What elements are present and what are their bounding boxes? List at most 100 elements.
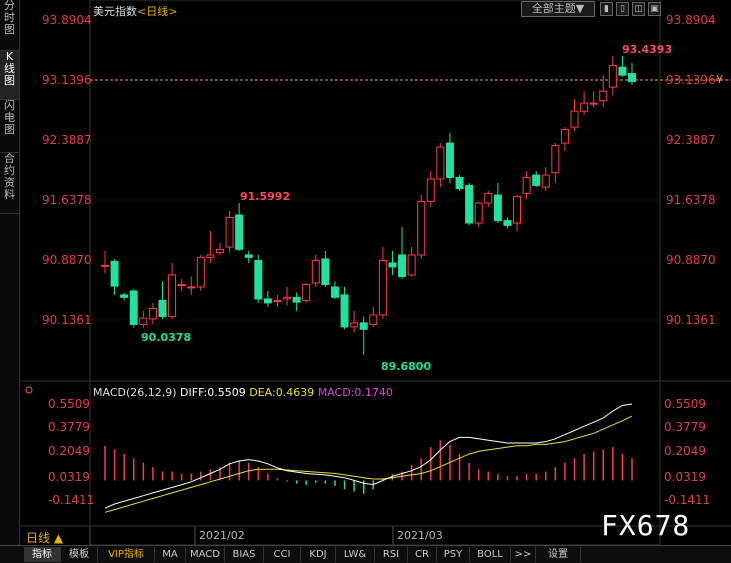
tab-cci[interactable]: CCI (264, 547, 301, 562)
theme-dropdown-label: 全部主题 (531, 2, 576, 15)
dea-line (104, 415, 633, 513)
candle-body (120, 294, 129, 298)
candle-body (206, 254, 215, 258)
candle-body (503, 220, 512, 226)
candle-body (129, 290, 138, 325)
candle-body (168, 274, 177, 317)
tab-ma[interactable]: MA (155, 547, 186, 562)
price-tick-label: 90.8870 (42, 253, 92, 267)
macd-tick-label: 0.3779 (48, 420, 90, 434)
tab-settings[interactable]: 设置 (536, 547, 581, 562)
theme-dropdown[interactable]: 全部主题▼ (521, 1, 595, 17)
tab-kdj[interactable]: KDJ (301, 547, 336, 562)
peak-annotation: 91.5992 (240, 190, 291, 203)
candle-body (398, 254, 407, 278)
candle-body (215, 248, 224, 254)
candle-body (580, 102, 589, 112)
candle-body (187, 286, 196, 289)
candle-body (589, 102, 598, 105)
price-tick-label: 91.6378 (42, 193, 92, 207)
macd-tick-label: 0.0319 (664, 470, 706, 484)
candle-body (350, 322, 359, 328)
candle-body (311, 260, 320, 284)
diff-line (104, 403, 633, 509)
price-tick-label: 93.8904 (42, 13, 92, 27)
tab-cr[interactable]: CR (408, 547, 437, 562)
candle-body (465, 184, 474, 224)
candle-body (158, 300, 167, 317)
candle-body (196, 256, 205, 288)
indicator-settings-icon (25, 386, 33, 394)
candle-body (283, 296, 292, 300)
restore-icon[interactable]: ▯ (616, 2, 629, 16)
tab-boll[interactable]: BOLL (470, 547, 511, 562)
macd-value: MACD:0.1740 (317, 386, 393, 399)
tab-more[interactable]: >> (511, 547, 536, 562)
tab-bias[interactable]: BIAS (225, 547, 264, 562)
price-tick-label: 90.1361 (42, 313, 92, 327)
tab-psy[interactable]: PSY (437, 547, 470, 562)
macd-tick-label: 0.2049 (664, 444, 706, 458)
macd-tick-label: -0.1411 (48, 493, 95, 507)
macd-tick-label: 0.5509 (48, 397, 90, 411)
period-indicator: <日线> (137, 5, 178, 18)
macd-params: MACD(26,12,9) (93, 386, 177, 399)
candle-body (474, 202, 483, 224)
candle-body (513, 196, 522, 224)
candle-body (436, 146, 445, 180)
current-price-marker-icon: ¥ (716, 73, 723, 86)
candle-body (302, 284, 311, 302)
tab-lwr[interactable]: LW& (336, 547, 375, 562)
candle-body (608, 65, 617, 88)
price-tick-label: 92.3887 (42, 133, 92, 147)
candle-body (254, 260, 263, 300)
candle-body (599, 90, 608, 102)
candle-body (148, 308, 157, 320)
macd-tick-label: 0.3779 (664, 420, 706, 434)
candle-body (388, 262, 397, 268)
candle-body (484, 192, 493, 204)
candle-body (628, 73, 636, 83)
low-annotation: 90.0378 (141, 331, 192, 344)
candle-body (551, 144, 560, 174)
price-tick-label: 92.3887 (666, 133, 716, 147)
close-icon[interactable]: ▣ (648, 2, 661, 16)
price-tick-label: 90.8870 (666, 253, 716, 267)
price-tick-label: 91.6378 (666, 193, 716, 207)
tab-vip-indicators[interactable]: VIP指标 (98, 547, 155, 562)
tab-rsi[interactable]: RSI (375, 547, 408, 562)
candle-body (369, 314, 378, 325)
candle-body (493, 194, 502, 222)
candle-body (445, 142, 454, 178)
current-price-label: 93.1396 (666, 73, 716, 87)
macd-diff-value: DIFF:0.5509 (180, 386, 246, 399)
tab-indicators[interactable]: 指标 (24, 547, 61, 562)
maximize-icon[interactable]: ◫ (632, 2, 645, 16)
minimize-icon[interactable]: ▮ (600, 2, 613, 16)
watermark-logo: FX678 (601, 509, 691, 542)
low-annotation: 89.6800 (381, 360, 432, 373)
price-tick-label: 90.1361 (666, 313, 716, 327)
macd-legend: MACD(26,12,9) DIFF:0.5509 DEA:0.4639 MAC… (93, 386, 393, 399)
candle-body (273, 300, 282, 303)
candle-body (417, 200, 426, 256)
macd-tick-label: 0.2049 (48, 444, 90, 458)
candle-body (101, 264, 109, 267)
candle-body (321, 258, 330, 286)
candle-body (340, 294, 349, 328)
candle-body (139, 317, 148, 325)
instrument-name: 美元指数 (93, 5, 137, 18)
macd-dea-value: DEA:0.4639 (249, 386, 315, 399)
period-selector[interactable]: 日线 ▲ (26, 529, 63, 546)
candle-body (359, 322, 368, 330)
chevron-down-icon: ▼ (575, 2, 585, 15)
candle-body (378, 260, 387, 316)
tab-macd[interactable]: MACD (186, 547, 225, 562)
candle-body (177, 284, 186, 287)
date-tick-label: 2021/03 (397, 529, 443, 542)
candle-body (407, 254, 416, 276)
price-chart[interactable] (0, 0, 731, 545)
tab-templates[interactable]: 模板 (61, 547, 98, 562)
candle-body (455, 176, 464, 190)
high-annotation: 93.4393 (622, 43, 673, 56)
